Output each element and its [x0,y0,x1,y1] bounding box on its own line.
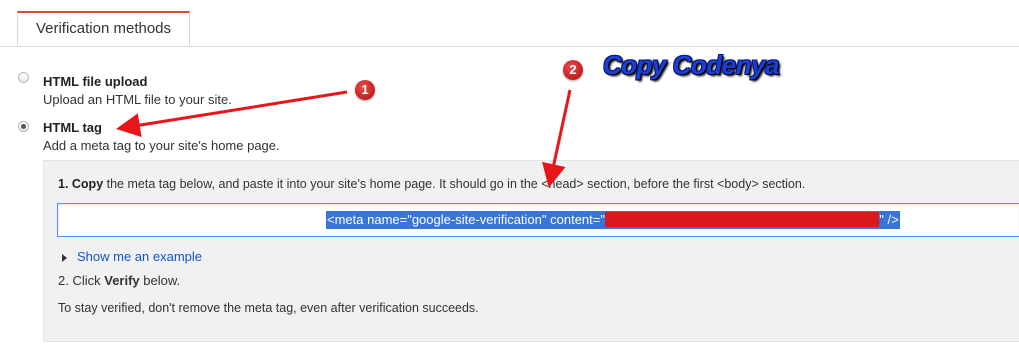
step-2-verify-label: Verify [104,273,140,288]
tab-verification-methods[interactable]: Verification methods [17,11,190,46]
meta-tag-redacted-content: PuGINiGMu2HDR_p0HF0cuKhyhVIGuuDoN4OzuWkc [604,212,880,227]
html-tag-title[interactable]: HTML tag [43,120,102,135]
step-1-text: 1. Copy the meta tag below, and paste it… [58,177,805,191]
html-tag-radio[interactable] [18,121,29,132]
step-2-prefix: 2. Click [58,273,105,288]
badge-2: 2 [563,60,583,80]
html-tag-description: Add a meta tag to your site's home page. [43,138,280,153]
html-file-upload-title[interactable]: HTML file upload [43,74,147,89]
meta-tag-end: " /> [879,212,899,227]
html-file-upload-radio[interactable] [18,72,29,83]
step-1-copy-label: 1. Copy [58,177,104,191]
annotation-title: Copy Codenya [603,50,780,80]
tab-bar: Verification methods [0,0,1019,47]
show-example-label[interactable]: Show me an example [77,249,202,264]
meta-tag-selected-text[interactable]: <meta name="google-site-verification" co… [326,211,900,229]
step-2-suffix: below. [139,273,181,288]
step-1-instructions: the meta tag below, and paste it into yo… [103,177,806,191]
meta-tag-field[interactable]: <meta name="google-site-verification" co… [57,203,1019,237]
html-file-upload-description: Upload an HTML file to your site. [43,92,232,107]
html-tag-instructions-panel: 1. Copy the meta tag below, and paste it… [43,160,1019,342]
step-2-text: 2. Click Verify below. [58,273,180,288]
expand-triangle-icon [62,253,67,262]
show-example-link[interactable]: Show me an example [62,249,202,264]
meta-tag-start: <meta name="google-site-verification" co… [327,212,605,227]
badge-1: 1 [355,80,375,100]
stay-verified-note: To stay verified, don't remove the meta … [58,301,479,315]
